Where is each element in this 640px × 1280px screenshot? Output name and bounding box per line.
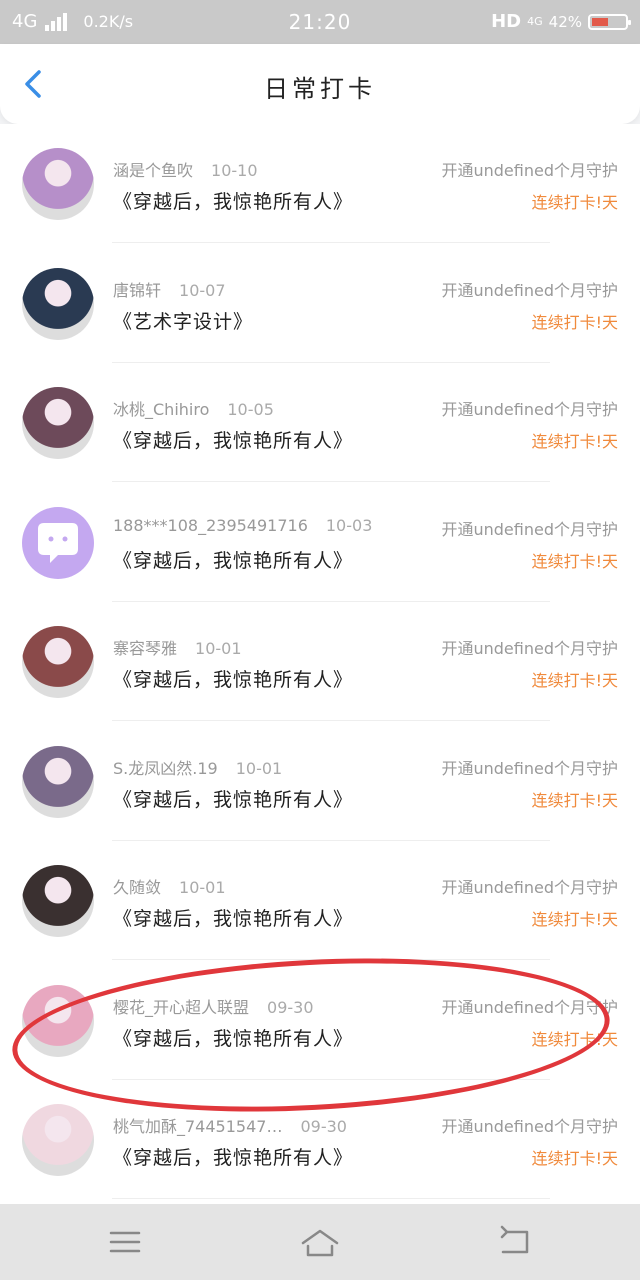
streak-label: 连续打卡!天: [531, 193, 618, 212]
book-title[interactable]: 《穿越后，我惊艳所有人》: [113, 426, 353, 453]
user-line: 涵是个鱼吹 10-10: [113, 157, 258, 181]
user-line: 久随敛 10-01: [113, 874, 226, 898]
streak-label: 连续打卡!天: [531, 312, 618, 332]
checkin-date: 10-05: [227, 400, 274, 419]
avatar[interactable]: [22, 626, 94, 698]
system-nav-bar: [0, 1204, 640, 1280]
user-name[interactable]: 涵是个鱼吹: [113, 161, 193, 180]
book-title[interactable]: 《穿越后，我惊艳所有人》: [113, 546, 353, 573]
list-item[interactable]: 桃气加酥_74451547… 09-30 《穿越后，我惊艳所有人》 开通undefin…: [0, 1080, 640, 1199]
user-line: 桃气加酥_74451547… 09-30: [113, 1113, 347, 1137]
avatar[interactable]: [22, 267, 94, 340]
avatar[interactable]: [22, 865, 94, 937]
guard-status: 开通undefined个月守护: [441, 161, 618, 180]
user-line: 樱花_开心超人联盟 09-30: [113, 994, 314, 1018]
user-line: S.龙凤凶然.19 10-01: [113, 755, 282, 779]
list-item[interactable]: 涵是个鱼吹 10-10 《穿越后，我惊艳所有人》 开通undefined个月守护连续打…: [0, 124, 640, 243]
avatar[interactable]: [22, 148, 94, 220]
guard-status: 开通undefined个月守护: [441, 758, 618, 778]
user-name[interactable]: 冰桃_Chihiro: [113, 400, 209, 419]
checkin-date: 09-30: [300, 1117, 347, 1136]
user-line: 188***108_2395491716 10-03: [113, 516, 372, 535]
status-bar: 4G 0.2K/s 21:20 HD 4G 42%: [0, 0, 640, 44]
hd-network: 4G: [527, 15, 543, 28]
book-title[interactable]: 《艺术字设计》: [113, 307, 253, 334]
list-item[interactable]: 寨容琴雅 10-01 《穿越后，我惊艳所有人》 开通undefined个月守护连续打卡…: [0, 602, 640, 721]
guard-status: 开通undefined个月守护: [441, 400, 618, 419]
back-return-icon[interactable]: [495, 1224, 535, 1260]
menu-icon[interactable]: [105, 1224, 145, 1260]
guard-status: 开通undefined个月守护: [441, 878, 618, 897]
header: 日常打卡: [0, 44, 640, 124]
user-name[interactable]: 樱花_开心超人联盟: [113, 998, 249, 1017]
checkin-date: 09-30: [267, 997, 314, 1017]
hd-label: HD: [491, 11, 522, 32]
guard-status: 开通undefined个月守护: [441, 280, 618, 300]
list-item[interactable]: 久随敛 10-01 《穿越后，我惊艳所有人》 开通undefined个月守护连续打卡!…: [0, 841, 640, 960]
user-line: 唐锦轩 10-07: [113, 277, 226, 301]
streak-label: 连续打卡!天: [531, 551, 618, 571]
book-title[interactable]: 《穿越后，我惊艳所有人》: [113, 904, 353, 931]
avatar[interactable]: [22, 1104, 94, 1176]
battery-percent: 42%: [548, 12, 582, 31]
page-title: 日常打卡: [264, 75, 376, 103]
user-name[interactable]: 寨容琴雅: [113, 639, 177, 658]
guard-status: 开通undefined个月守护: [441, 997, 618, 1017]
streak-label: 连续打卡!天: [531, 1149, 618, 1168]
avatar[interactable]: [22, 387, 94, 459]
checkin-date: 10-10: [211, 161, 258, 180]
guard-status: 开通undefined个月守护: [441, 519, 618, 539]
checkin-date: 10-07: [179, 280, 226, 300]
user-name[interactable]: 久随敛: [113, 878, 161, 897]
checkin-date: 10-01: [195, 639, 242, 658]
list-item[interactable]: S.龙凤凶然.19 10-01 《穿越后，我惊艳所有人》 开通undefined个月守…: [0, 722, 640, 841]
book-title[interactable]: 《穿越后，我惊艳所有人》: [113, 665, 353, 692]
list-item[interactable]: 樱花_开心超人联盟 09-30 《穿越后，我惊艳所有人》 开通undefined个月守…: [0, 961, 640, 1080]
checkin-date: 10-01: [235, 758, 283, 778]
guard-status: 开通undefined个月守护: [441, 1117, 618, 1136]
list-item[interactable]: 188***108_2395491716 10-03 《穿越后，我惊艳所有人》 开通u…: [0, 483, 640, 602]
user-line: 寨容琴雅 10-01: [113, 635, 242, 659]
streak-label: 连续打卡!天: [531, 671, 618, 690]
status-right: HD 4G 42%: [491, 11, 631, 32]
checkin-list: 涵是个鱼吹 10-10 《穿越后，我惊艳所有人》 开通undefined个月守护 连续打…: [0, 124, 640, 1204]
book-title[interactable]: 《穿越后，我惊艳所有人》: [113, 785, 353, 812]
book-title[interactable]: 《穿越后，我惊艳所有人》: [113, 1024, 353, 1051]
guard-status: 开通undefined个月守护: [441, 639, 618, 658]
list-item[interactable]: 唐锦轩 10-07 《艺术字设计》 开通undefined个月守护连续打卡!天: [0, 244, 640, 363]
user-name[interactable]: 桃气加酥_74451547…: [113, 1117, 282, 1136]
divider: [112, 1198, 550, 1199]
streak-label: 连续打卡!天: [531, 432, 618, 451]
list-item[interactable]: 冰桃_Chihiro 10-05 《穿越后，我惊艳所有人》 开通undefined个月…: [0, 363, 640, 482]
avatar[interactable]: [22, 984, 94, 1057]
user-line: 冰桃_Chihiro 10-05: [113, 396, 274, 420]
book-title[interactable]: 《穿越后，我惊艳所有人》: [113, 187, 353, 214]
user-name[interactable]: S.龙凤凶然.19: [113, 759, 218, 778]
streak-label: 连续打卡!天: [531, 1029, 618, 1049]
user-name[interactable]: 唐锦轩: [113, 281, 161, 300]
home-icon[interactable]: [300, 1224, 340, 1260]
user-name[interactable]: 188***108_2395491716: [113, 516, 308, 535]
streak-label: 连续打卡!天: [531, 790, 618, 810]
battery-icon: [588, 13, 631, 30]
checkin-date: 10-01: [179, 878, 226, 897]
book-title[interactable]: 《穿越后，我惊艳所有人》: [113, 1143, 353, 1170]
avatar[interactable]: [22, 506, 94, 579]
checkin-date: 10-03: [325, 515, 373, 535]
chat-bubble-icon: [38, 522, 78, 563]
avatar[interactable]: [22, 745, 94, 818]
streak-label: 连续打卡!天: [531, 910, 618, 929]
